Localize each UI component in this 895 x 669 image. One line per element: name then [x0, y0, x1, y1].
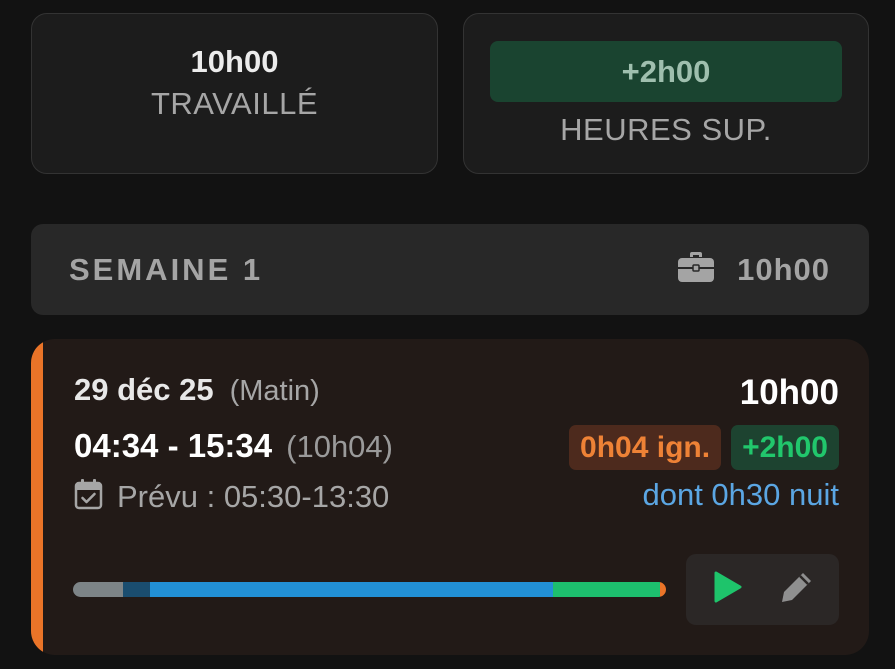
- overtime-badge: +2h00: [731, 425, 839, 470]
- planned-schedule: Prévu : 05:30-13:30: [117, 478, 390, 514]
- entry-shift: (Matin): [229, 375, 320, 407]
- worked-label: TRAVAILLÉ: [150, 86, 319, 121]
- progress-segment-overtime: [553, 582, 661, 597]
- entry-date: 29 déc 25: [74, 372, 214, 407]
- overtime-summary-card: +2h00 HEURES SUP.: [463, 13, 869, 174]
- entry-actions: [686, 554, 839, 625]
- overtime-value: +2h00: [490, 41, 842, 102]
- week-total: 10h00: [737, 251, 830, 287]
- calendar-check-icon: [74, 478, 103, 515]
- start-button[interactable]: [700, 562, 756, 618]
- progress-segment-ignored: [660, 582, 666, 597]
- progress-segment-before-planned: [73, 582, 124, 597]
- entry-times: 04:34 - 15:34: [74, 427, 273, 464]
- play-icon: [713, 570, 743, 609]
- worked-value: 10h00: [190, 44, 279, 79]
- progress-segment-regular: [150, 582, 554, 597]
- overtime-label: HEURES SUP.: [560, 112, 772, 147]
- worked-summary-card: 10h00 TRAVAILLÉ: [31, 13, 438, 174]
- briefcase-icon: [677, 251, 715, 288]
- week-title: SEMAINE 1: [69, 251, 264, 287]
- edit-button[interactable]: [769, 562, 825, 618]
- accent-bar: [31, 339, 43, 655]
- night-hours: dont 0h30 nuit: [642, 477, 839, 512]
- progress-segment-night: [123, 582, 151, 597]
- timeline-progress-bar: [73, 582, 666, 597]
- entry-duration: (10h04): [286, 429, 393, 464]
- day-entry-card[interactable]: 29 déc 25 (Matin) 04:34 - 15:34 (10h04) …: [31, 339, 869, 655]
- entry-total: 10h00: [739, 373, 839, 412]
- week-header[interactable]: SEMAINE 1 10h00: [31, 224, 869, 315]
- ignored-time-badge: 0h04 ign.: [569, 425, 722, 470]
- pencil-icon: [779, 569, 815, 610]
